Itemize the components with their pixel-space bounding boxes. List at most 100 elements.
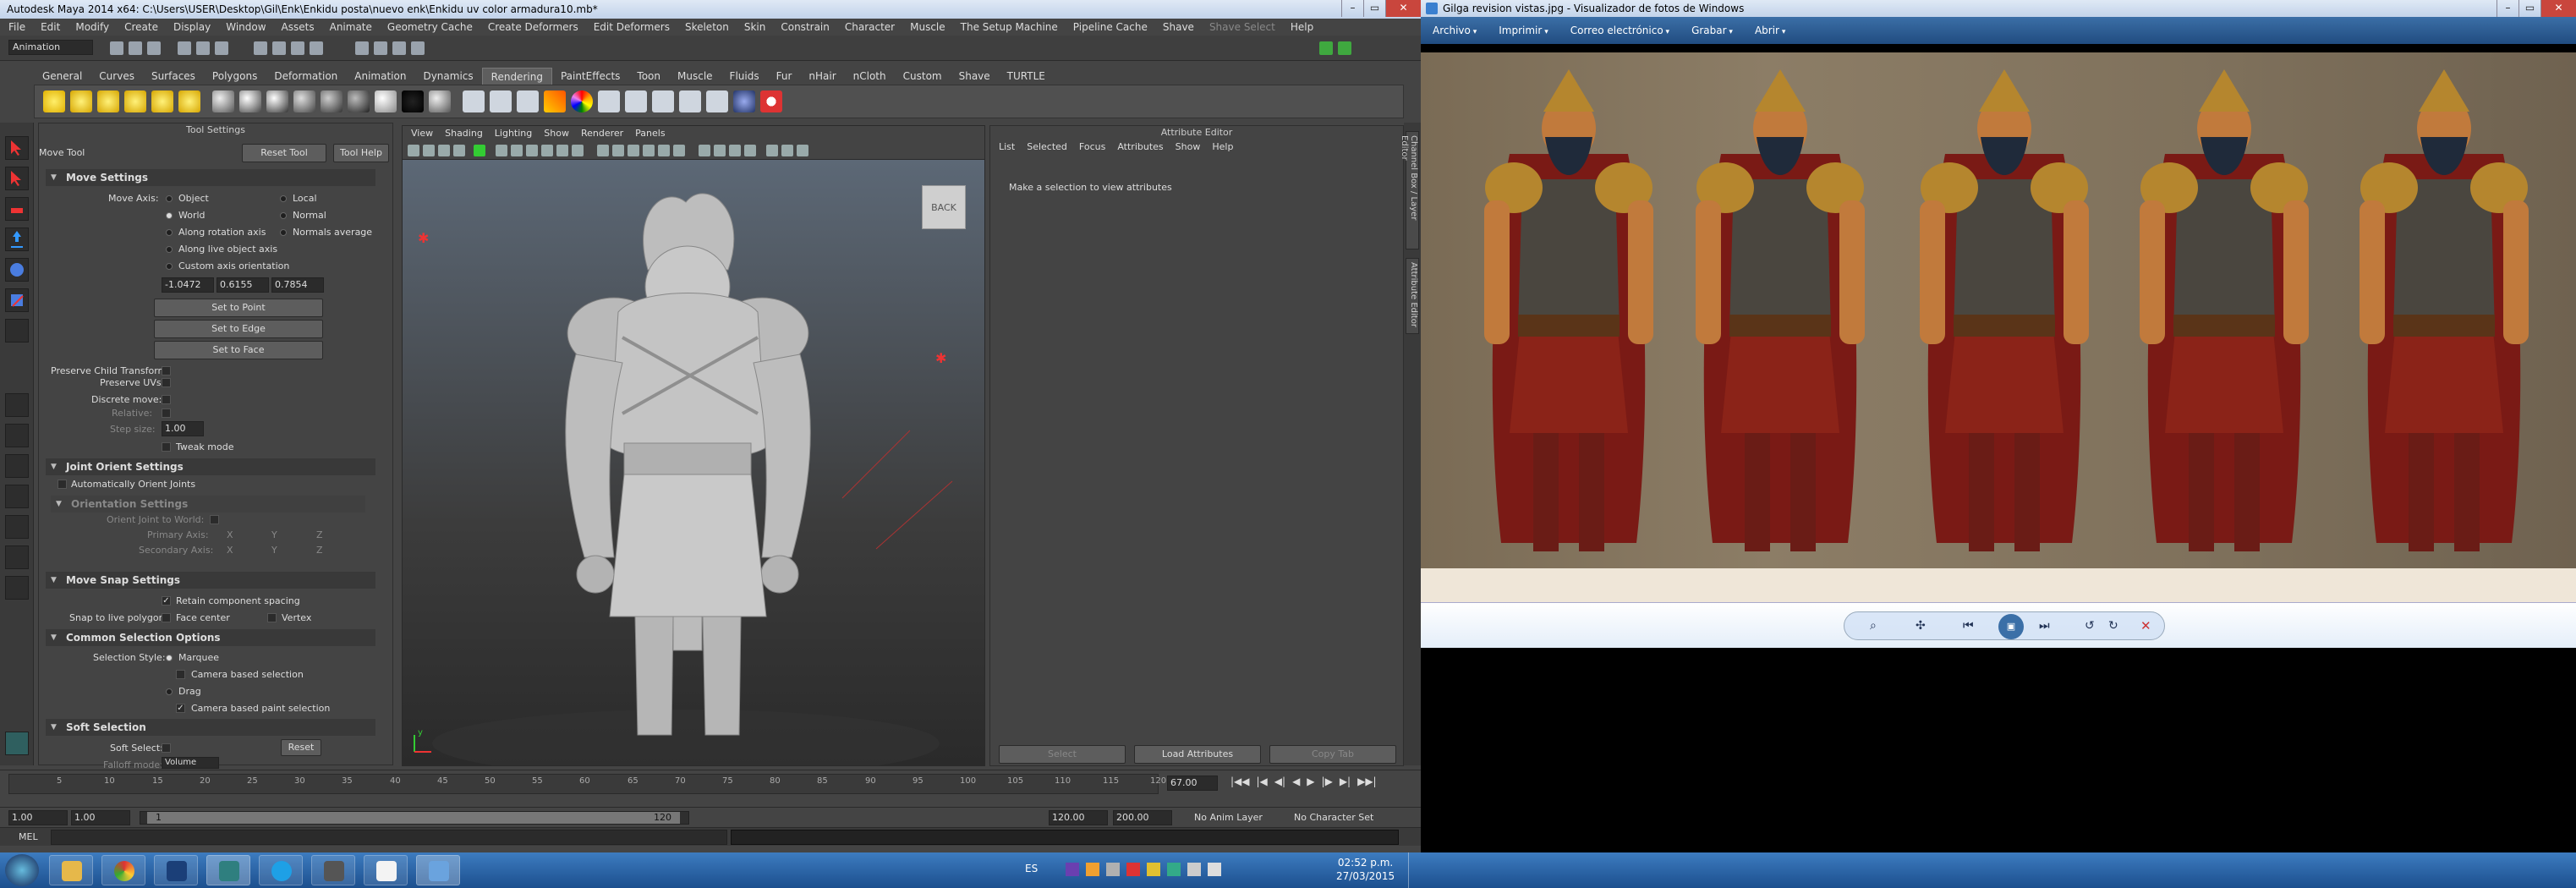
isolate-select-icon[interactable] (699, 145, 710, 156)
soft-select-checkbox[interactable] (162, 743, 171, 753)
shelf-tab-fur[interactable]: Fur (768, 68, 801, 85)
use-lights-icon[interactable] (658, 145, 670, 156)
character-set-dropdown[interactable]: No Character Set (1294, 812, 1373, 823)
custom-axis-y-field[interactable]: 0.6155 (216, 277, 269, 293)
custom-axis-x-field[interactable]: -1.0472 (162, 277, 214, 293)
slideshow-icon[interactable]: ▣ (1998, 614, 2024, 639)
menu-display[interactable]: Display (173, 19, 211, 36)
go-to-start-icon[interactable]: |◀◀ (1230, 776, 1250, 787)
play-forwards-icon[interactable]: ▶ (1307, 776, 1314, 787)
open-scene-icon[interactable] (129, 41, 142, 55)
ae-menu-focus[interactable]: Focus (1079, 140, 1105, 155)
set-to-edge-button[interactable]: Set to Edge (154, 320, 323, 338)
menu-archivo[interactable]: Archivo (1433, 17, 1477, 44)
ae-menu-selected[interactable]: Selected (1027, 140, 1067, 155)
discrete-move-checkbox[interactable] (162, 395, 171, 404)
shelf-tab-muscle[interactable]: Muscle (669, 68, 721, 85)
shelf-tab-painteffects[interactable]: PaintEffects (552, 68, 628, 85)
snap-curve-icon[interactable] (272, 41, 286, 55)
layout-outliner-icon[interactable] (5, 485, 29, 508)
texture-icon[interactable] (706, 90, 728, 112)
minimize-button[interactable]: – (1341, 0, 1363, 17)
soft-selection-section[interactable]: Soft Selection (46, 719, 375, 736)
attribute-editor-tab[interactable]: Attribute Editor (1406, 258, 1419, 334)
auto-orient-checkbox[interactable] (58, 480, 67, 489)
close-button[interactable]: ✕ (1385, 0, 1421, 17)
language-indicator[interactable]: ES (1025, 863, 1038, 874)
animation-end-field[interactable]: 200.00 (1113, 810, 1172, 825)
vp-menu-view[interactable]: View (411, 126, 433, 141)
backface-icon[interactable] (744, 145, 756, 156)
command-input[interactable] (51, 830, 727, 845)
move-snap-section[interactable]: Move Snap Settings (46, 572, 375, 589)
step-forward-icon[interactable]: ▶| (1340, 776, 1351, 787)
blinn-icon[interactable] (239, 90, 261, 112)
lasso-tool-icon[interactable] (5, 167, 29, 190)
ipr-render-icon[interactable] (392, 41, 406, 55)
delete-icon[interactable]: ✕ (2140, 618, 2151, 633)
range-bar[interactable]: 1 120 (140, 811, 689, 825)
scale-tool-icon[interactable] (5, 288, 29, 312)
radio-live-object-axis[interactable] (166, 246, 173, 253)
menu-grabar[interactable]: Grabar (1691, 17, 1733, 44)
photo-minimize-button[interactable]: – (2497, 0, 2518, 17)
snap-plane-icon[interactable] (310, 41, 323, 55)
step-back-key-icon[interactable]: ◀| (1274, 776, 1285, 787)
color-wheel-icon[interactable] (571, 90, 593, 112)
render-view-icon[interactable] (463, 90, 485, 112)
ae-menu-show[interactable]: Show (1176, 140, 1201, 155)
shelf-tab-animation[interactable]: Animation (346, 68, 414, 85)
xray-icon[interactable] (714, 145, 726, 156)
ae-select-button[interactable]: Select (999, 745, 1126, 764)
ae-load-attributes-button[interactable]: Load Attributes (1134, 745, 1261, 764)
shelf-tab-ncloth[interactable]: nCloth (845, 68, 895, 85)
radio-marquee[interactable] (166, 655, 173, 661)
no-render-icon[interactable] (760, 90, 782, 112)
camera-attributes-icon[interactable] (423, 145, 435, 156)
show-desktop-button[interactable] (1408, 852, 1420, 888)
maximize-button[interactable]: ▭ (1363, 0, 1385, 17)
taskbar-maya[interactable] (206, 855, 250, 885)
menu-shave[interactable]: Shave (1163, 19, 1194, 36)
tray-icon-four[interactable] (1126, 863, 1140, 876)
grid-toggle-icon[interactable] (474, 145, 485, 156)
step-back-icon[interactable]: |◀ (1257, 776, 1268, 787)
layout-graph-icon[interactable] (5, 515, 29, 539)
shelf-tab-curves[interactable]: Curves (90, 68, 143, 85)
photo-maximize-button[interactable]: ▭ (2518, 0, 2540, 17)
set-to-face-button[interactable]: Set to Face (154, 341, 323, 359)
range-handle[interactable]: 1 120 (147, 812, 680, 824)
tray-icon-five[interactable] (1147, 863, 1160, 876)
joint-orient-section[interactable]: Joint Orient Settings (46, 458, 375, 475)
uv-editor-icon[interactable] (679, 90, 701, 112)
batch-render-icon[interactable] (652, 90, 674, 112)
common-selection-section[interactable]: Common Selection Options (46, 629, 375, 646)
menu-abrir[interactable]: Abrir (1755, 17, 1785, 44)
playback-start-field[interactable]: 1.00 (71, 810, 130, 825)
save-scene-icon[interactable] (147, 41, 161, 55)
channel-box-tab[interactable]: Channel Box / Layer Editor (1400, 131, 1419, 249)
field-chart-icon[interactable] (541, 145, 553, 156)
current-frame-field[interactable]: 67.00 (1167, 776, 1218, 791)
paint-effects-icon[interactable] (544, 90, 566, 112)
vp-menu-lighting[interactable]: Lighting (495, 126, 532, 141)
menu-edit[interactable]: Edit (41, 19, 60, 36)
menu-correo[interactable]: Correo electrónico (1570, 17, 1669, 44)
radio-normal[interactable] (280, 212, 287, 219)
shelf-tab-shave[interactable]: Shave (951, 68, 999, 85)
menu-shave-select[interactable]: Shave Select (1209, 19, 1275, 36)
menu-setup-machine[interactable]: The Setup Machine (961, 19, 1058, 36)
wireframe-icon[interactable] (597, 145, 609, 156)
shelf-tab-surfaces[interactable]: Surfaces (143, 68, 204, 85)
world-icon[interactable] (733, 90, 755, 112)
menu-file[interactable]: File (8, 19, 25, 36)
step-forward-key-icon[interactable]: |▶ (1322, 776, 1333, 787)
shelf-tab-turtle[interactable]: TURTLE (999, 68, 1054, 85)
tray-icon-one[interactable] (1066, 863, 1079, 876)
taskbar-skype[interactable] (259, 855, 303, 885)
reset-tool-button[interactable]: Reset Tool (242, 144, 326, 162)
clock[interactable]: 02:52 p.m. 27/03/2015 (1336, 856, 1395, 883)
face-center-checkbox[interactable] (162, 613, 171, 622)
mel-label[interactable]: MEL (19, 831, 38, 842)
textured-icon[interactable] (643, 145, 655, 156)
